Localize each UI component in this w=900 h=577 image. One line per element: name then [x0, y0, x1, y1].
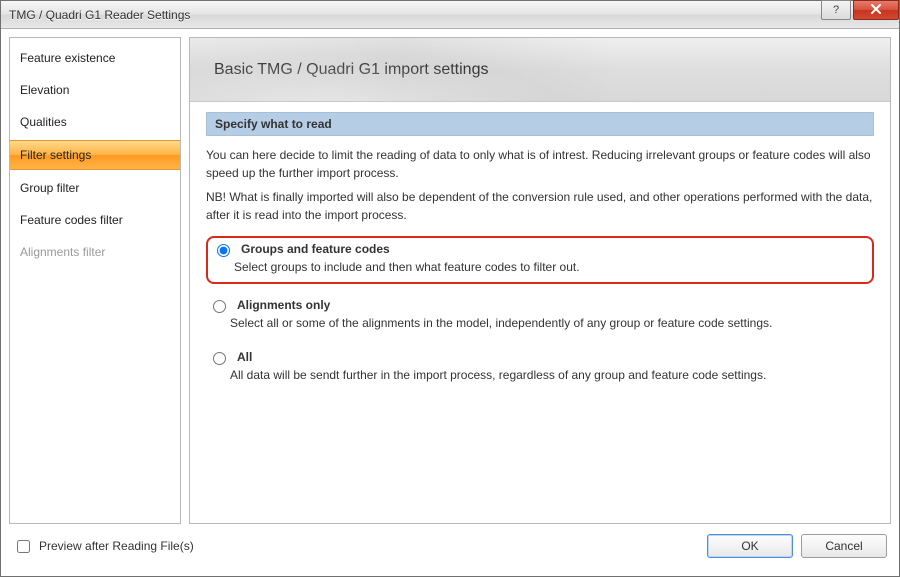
sidebar-item-filter-settings[interactable]: Filter settings [10, 140, 180, 170]
preview-label: Preview after Reading File(s) [39, 539, 194, 553]
ok-button[interactable]: OK [707, 534, 793, 558]
radio-all-title: All [237, 350, 252, 364]
content-heading: Basic TMG / Quadri G1 import settings [214, 61, 488, 79]
close-icon [870, 3, 882, 17]
section-header: Specify what to read [206, 112, 874, 136]
option-groups-and-feature-codes: Groups and feature codes Select groups t… [206, 236, 874, 284]
intro-text-2: NB! What is finally imported will also b… [206, 188, 874, 224]
content-body: Specify what to read You can here decide… [190, 102, 890, 523]
close-button[interactable] [853, 0, 899, 20]
intro-text-1: You can here decide to limit the reading… [206, 146, 874, 182]
help-icon: ? [833, 4, 839, 16]
dialog-window: TMG / Quadri G1 Reader Settings ? Featur… [0, 0, 900, 577]
titlebar-buttons: ? [821, 1, 899, 28]
cancel-button[interactable]: Cancel [801, 534, 887, 558]
sidebar-item-qualities[interactable]: Qualities [10, 108, 180, 136]
window-title: TMG / Quadri G1 Reader Settings [9, 8, 821, 22]
preview-checkbox[interactable] [17, 540, 30, 553]
radio-all-sub: All data will be sendt further in the im… [230, 368, 868, 382]
radio-alignments-title: Alignments only [237, 298, 330, 312]
option-groups-row[interactable]: Groups and feature codes [212, 242, 864, 257]
sidebar-item-group-filter[interactable]: Group filter [10, 174, 180, 202]
option-alignments-only: Alignments only Select all or some of th… [206, 292, 874, 336]
sidebar-item-elevation[interactable]: Elevation [10, 76, 180, 104]
footer: Preview after Reading File(s) OK Cancel [9, 524, 891, 568]
titlebar: TMG / Quadri G1 Reader Settings ? [1, 1, 899, 29]
sidebar-item-feature-codes-filter[interactable]: Feature codes filter [10, 206, 180, 234]
radio-alignments-sub: Select all or some of the alignments in … [230, 316, 868, 330]
option-alignments-row[interactable]: Alignments only [208, 298, 868, 313]
option-all-row[interactable]: All [208, 350, 868, 365]
content-heading-bar: Basic TMG / Quadri G1 import settings [190, 38, 890, 102]
help-button[interactable]: ? [821, 0, 851, 20]
radio-all[interactable] [213, 352, 226, 365]
radio-groups[interactable] [217, 244, 230, 257]
sidebar: Feature existence Elevation Qualities Fi… [9, 37, 181, 524]
main-row: Feature existence Elevation Qualities Fi… [9, 37, 891, 524]
content-pane: Basic TMG / Quadri G1 import settings Sp… [189, 37, 891, 524]
radio-alignments[interactable] [213, 300, 226, 313]
option-all: All All data will be sendt further in th… [206, 344, 874, 388]
footer-left: Preview after Reading File(s) [13, 537, 699, 556]
dialog-body: Feature existence Elevation Qualities Fi… [1, 29, 899, 576]
radio-groups-title: Groups and feature codes [241, 242, 390, 256]
sidebar-item-alignments-filter: Alignments filter [10, 238, 180, 266]
sidebar-item-feature-existence[interactable]: Feature existence [10, 44, 180, 72]
radio-groups-sub: Select groups to include and then what f… [234, 260, 864, 274]
